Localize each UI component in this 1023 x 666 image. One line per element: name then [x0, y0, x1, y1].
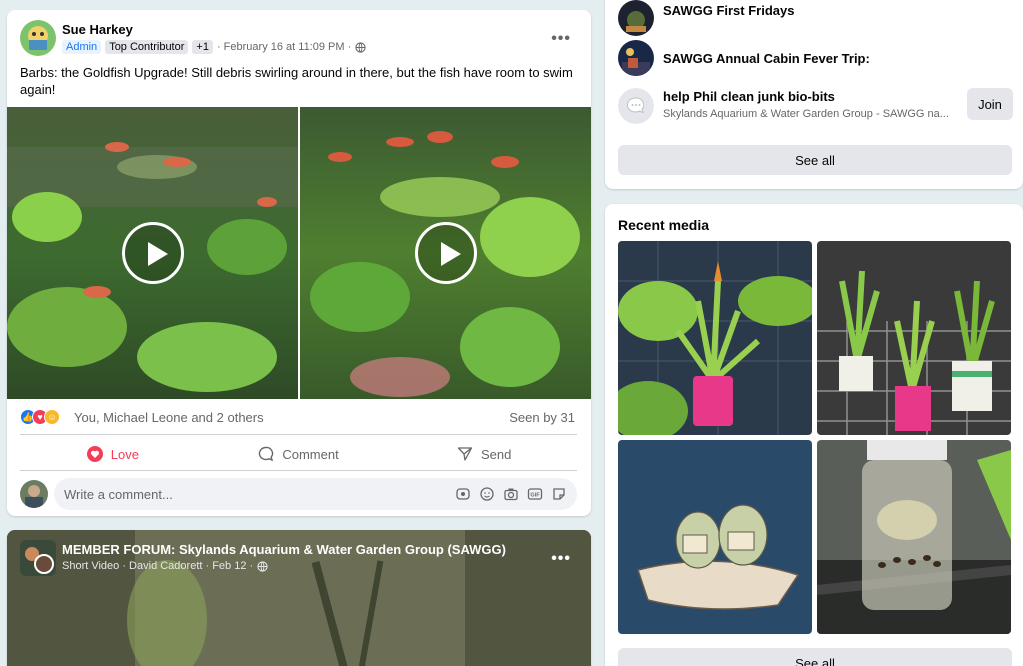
globe-icon: [355, 41, 366, 53]
bromeliad-pots-photo: [817, 241, 1011, 435]
event-item[interactable]: SAWGG Annual Cabin Fever Trip:: [618, 40, 1013, 80]
extra-badge: +1: [192, 40, 213, 54]
gif-icon[interactable]: GIF: [527, 486, 543, 502]
sticker-icon[interactable]: [551, 486, 567, 502]
play-button[interactable]: [414, 222, 477, 284]
admin-badge: Admin: [62, 40, 102, 54]
event-image: [618, 40, 654, 76]
avatar[interactable]: [20, 20, 56, 56]
post-meta-text[interactable]: Short Video · David Cadorett · Feb 12 ·: [62, 560, 253, 572]
post-actions: Love Comment Send: [20, 438, 577, 470]
reactions-text[interactable]: You, Michael Leone and 2 others: [74, 410, 264, 425]
event-title: SAWGG Annual Cabin Fever Trip:: [663, 51, 870, 66]
heart-icon: [86, 446, 103, 462]
more-options-icon[interactable]: •••: [551, 550, 571, 568]
event-subtitle: Skylands Aquarium & Water Garden Group -…: [663, 108, 949, 120]
emoji-icon[interactable]: [479, 486, 495, 502]
top-contributor-badge: Top Contributor: [105, 40, 189, 54]
event-thumbnail: [618, 0, 654, 36]
post-header: MEMBER FORUM: Skylands Aquarium & Water …: [20, 540, 581, 580]
post-meta: Admin Top Contributor +1 · February 16 a…: [62, 40, 366, 54]
comment-tools: GIF: [455, 486, 567, 502]
laugh-icon: ☺: [44, 409, 60, 425]
post-text: Barbs: the Goldfish Upgrade! Still debri…: [20, 65, 573, 97]
video-thumbnail[interactable]: [7, 107, 298, 399]
comment-placeholder: Write a comment...: [64, 487, 173, 502]
post-header: Sue Harkey Admin Top Contributor +1 · Fe…: [20, 20, 581, 60]
group-avatar-image: [20, 540, 56, 576]
post-timestamp[interactable]: · February 16 at 11:09 PM ·: [217, 41, 351, 53]
avatar-sticker-icon[interactable]: [455, 486, 471, 502]
bromeliad-photo: [618, 241, 812, 435]
love-button[interactable]: Love: [20, 438, 206, 470]
event-thumbnail: [618, 88, 654, 124]
media-tile[interactable]: [817, 440, 1011, 634]
see-all-media-button[interactable]: See all: [618, 648, 1012, 666]
globe-icon: [257, 560, 268, 572]
comment-composer: Write a comment... GIF: [20, 478, 577, 510]
media-tile[interactable]: [618, 241, 812, 435]
frog-illustration: [618, 440, 812, 634]
avatar[interactable]: [20, 480, 48, 508]
post-meta: Short Video · David Cadorett · Feb 12 ·: [62, 560, 268, 572]
see-all-events-button[interactable]: See all: [618, 145, 1012, 175]
media-tile[interactable]: [817, 241, 1011, 435]
divider: [20, 470, 577, 471]
more-options-icon[interactable]: •••: [551, 30, 571, 48]
event-image: [618, 0, 654, 36]
jar-photo: [817, 440, 1011, 634]
comment-button[interactable]: Comment: [206, 438, 392, 470]
svg-text:GIF: GIF: [530, 493, 540, 499]
comment-label: Comment: [282, 446, 339, 462]
send-label: Send: [480, 446, 512, 462]
join-button[interactable]: Join: [967, 88, 1013, 120]
events-card: SAWGG First Fridays SAWGG Annual Cabin F…: [605, 0, 1023, 189]
reactions-summary: 👍 ♥ ☺ You, Michael Leone and 2 others Se…: [20, 405, 577, 429]
send-button[interactable]: Send: [391, 438, 577, 470]
event-title: help Phil clean junk bio-bits: [663, 89, 835, 104]
event-item[interactable]: help Phil clean junk bio-bits Skylands A…: [618, 88, 1013, 128]
seen-count[interactable]: Seen by 31: [509, 410, 575, 425]
group-avatar[interactable]: [20, 540, 56, 576]
reaction-icons[interactable]: 👍 ♥ ☺: [20, 409, 60, 425]
event-item[interactable]: SAWGG First Fridays: [618, 0, 1013, 40]
media-tile[interactable]: [618, 440, 812, 634]
divider: [20, 434, 577, 435]
recent-media-title: Recent media: [618, 217, 710, 233]
send-icon: [457, 447, 473, 461]
recent-media-card: Recent media See all: [605, 204, 1023, 666]
love-label: Love: [110, 446, 139, 462]
video-thumbnail[interactable]: [300, 107, 591, 399]
author-name[interactable]: Sue Harkey: [62, 22, 133, 37]
event-title: SAWGG First Fridays: [663, 3, 795, 18]
post-card: MEMBER FORUM: Skylands Aquarium & Water …: [7, 530, 591, 666]
post-title[interactable]: MEMBER FORUM: Skylands Aquarium & Water …: [62, 542, 506, 557]
camera-icon[interactable]: [503, 486, 519, 502]
post-card: Sue Harkey Admin Top Contributor +1 · Fe…: [7, 10, 591, 516]
chat-bubble-icon: [618, 88, 654, 124]
event-thumbnail: [618, 40, 654, 76]
play-button[interactable]: [121, 222, 184, 284]
avatar-image: [20, 20, 56, 56]
user-avatar-image: [20, 480, 48, 508]
post-media: [7, 107, 591, 399]
comment-icon: [259, 446, 274, 462]
